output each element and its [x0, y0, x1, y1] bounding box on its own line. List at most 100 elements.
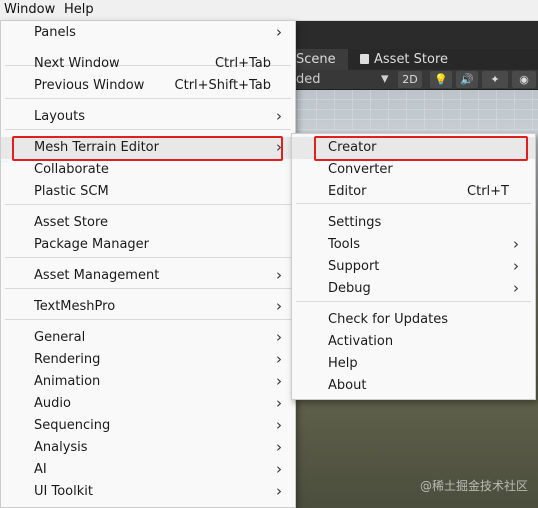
menu-help[interactable]: Help — [64, 2, 94, 17]
submenu-item-label: About — [328, 378, 367, 393]
chevron-right-icon: › — [276, 482, 282, 500]
window-menu-item-label: Rendering — [34, 352, 101, 367]
window-menu-item-collaborate[interactable]: Collaborate — [1, 159, 295, 181]
menu-separator — [5, 257, 291, 258]
menu-separator — [5, 288, 291, 289]
chevron-right-icon: › — [276, 416, 282, 434]
window-menu-item-asset-store[interactable]: Asset Store — [1, 212, 295, 234]
window-menu: Panels › Next Window Ctrl+Tab Previous Windo… — [0, 20, 296, 508]
submenu-item-help[interactable]: Help — [292, 353, 535, 375]
menu-bar: Window Help — [0, 0, 538, 21]
window-menu-item-rendering[interactable]: Rendering › — [1, 349, 295, 371]
submenu-item-tools[interactable]: Tools › — [292, 234, 535, 256]
submenu-item-settings[interactable]: Settings — [292, 212, 535, 234]
submenu-item-label: Editor — [328, 184, 367, 199]
window-menu-item-analysis[interactable]: Analysis › — [1, 437, 295, 459]
audio-icon[interactable]: 🔊 — [456, 71, 478, 88]
submenu-item-label: Support — [328, 259, 380, 274]
window-menu-item-label: Next Window — [34, 56, 120, 71]
chevron-right-icon: › — [276, 107, 282, 125]
window-menu-item-sequencing[interactable]: Sequencing › — [1, 415, 295, 437]
window-menu-item-plastic-scm[interactable]: Plastic SCM — [1, 181, 295, 203]
submenu-item-converter[interactable]: Converter — [292, 159, 535, 181]
highlight-creator — [314, 136, 528, 161]
toggle-2d-button[interactable]: 2D — [398, 71, 422, 88]
chevron-right-icon: › — [276, 350, 282, 368]
effects-icon[interactable]: ✦ — [482, 71, 508, 88]
tab-scene-label: Scene — [296, 52, 336, 67]
submenu-item-label: Tools — [328, 237, 361, 252]
window-menu-item-textmeshpro[interactable]: TextMeshPro › — [1, 296, 295, 318]
submenu-item-label: Debug — [328, 281, 371, 296]
window-menu-item-label: Collaborate — [34, 162, 109, 177]
window-menu-item-previous-window[interactable]: Previous Window Ctrl+Shift+Tab — [1, 75, 295, 97]
chevron-right-icon: › — [276, 297, 282, 315]
window-menu-item-ui-toolkit[interactable]: UI Toolkit › — [1, 481, 295, 503]
chevron-right-icon: › — [276, 266, 282, 284]
menu-window[interactable]: Window — [4, 2, 55, 17]
window-menu-item-label: General — [34, 330, 86, 345]
toggle-2d-label: 2D — [402, 73, 418, 86]
menu-separator — [5, 204, 291, 205]
window-menu-item-package-manager[interactable]: Package Manager — [1, 234, 295, 256]
visibility-icon[interactable]: ◉ — [512, 71, 536, 88]
tab-asset-store-label: Asset Store — [374, 52, 449, 67]
watermark: @稀土掘金技术社区 — [419, 479, 528, 493]
window-menu-item-label: TextMeshPro — [34, 299, 116, 314]
shortcut-label: Ctrl+Tab — [214, 56, 271, 71]
submenu-item-label: Check for Updates — [328, 312, 448, 327]
submenu-item-label: Activation — [328, 334, 394, 349]
window-menu-item-label: Package Manager — [34, 237, 150, 252]
window-menu-item-label: Asset Management — [34, 268, 160, 283]
menu-separator — [5, 319, 291, 320]
window-menu-item-label: Plastic SCM — [34, 184, 109, 199]
window-menu-item-label: Asset Store — [34, 215, 109, 230]
dropdown-arrow-icon[interactable]: ▾ — [381, 69, 389, 87]
window-menu-item-label: Animation — [34, 374, 101, 389]
submenu-item-activation[interactable]: Activation — [292, 331, 535, 353]
window-menu-item-label: Sequencing — [34, 418, 111, 433]
submenu-item-debug[interactable]: Debug › — [292, 278, 535, 300]
window-menu-item-next-window[interactable]: Next Window Ctrl+Tab — [1, 53, 295, 75]
menu-separator — [5, 98, 291, 99]
tab-asset-store[interactable]: Asset Store — [360, 49, 448, 70]
window-menu-item-label: UI Toolkit — [34, 484, 93, 499]
submenu-item-support[interactable]: Support › — [292, 256, 535, 278]
window-menu-item-label: Panels — [34, 25, 76, 40]
window-menu-item-label: Layouts — [34, 109, 85, 124]
window-menu-item-asset-management[interactable]: Asset Management › — [1, 265, 295, 287]
chevron-right-icon: › — [513, 257, 519, 275]
window-menu-item-animation[interactable]: Animation › — [1, 371, 295, 393]
scene-grid — [280, 90, 538, 130]
chevron-right-icon: › — [276, 372, 282, 390]
window-menu-item-label: Analysis — [34, 440, 88, 455]
menu-separator — [296, 203, 531, 204]
window-menu-item-label: Audio — [34, 396, 71, 411]
submenu-item-about[interactable]: About — [292, 375, 535, 397]
menu-separator — [296, 301, 531, 302]
menu-separator — [5, 129, 291, 130]
chevron-right-icon: › — [276, 23, 282, 41]
mesh-terrain-submenu: Creator Converter Editor Ctrl+T Settings Tool… — [291, 133, 536, 400]
chevron-right-icon: › — [276, 394, 282, 412]
window-menu-item-layouts[interactable]: Layouts › — [1, 106, 295, 128]
chevron-right-icon: › — [276, 460, 282, 478]
window-menu-item-label: AI — [34, 462, 47, 477]
window-menu-item-ai[interactable]: AI › — [1, 459, 295, 481]
shading-mode-dropdown[interactable]: ded — [296, 72, 321, 87]
submenu-item-check-for-updates[interactable]: Check for Updates — [292, 309, 535, 331]
chevron-right-icon: › — [513, 235, 519, 253]
lighting-icon[interactable]: 💡 — [430, 71, 452, 88]
chevron-right-icon: › — [276, 438, 282, 456]
asset-store-icon — [360, 54, 369, 64]
window-menu-item-label: Previous Window — [34, 78, 145, 93]
window-menu-item-panels[interactable]: Panels › — [1, 22, 295, 44]
highlight-mesh-terrain-editor — [12, 136, 283, 161]
window-menu-item-general[interactable]: General › — [1, 327, 295, 349]
chevron-right-icon: › — [513, 279, 519, 297]
window-menu-item-audio[interactable]: Audio › — [1, 393, 295, 415]
submenu-item-label: Help — [328, 356, 358, 371]
submenu-item-label: Settings — [328, 215, 382, 230]
chevron-right-icon: › — [276, 328, 282, 346]
submenu-item-editor[interactable]: Editor Ctrl+T — [292, 181, 535, 203]
